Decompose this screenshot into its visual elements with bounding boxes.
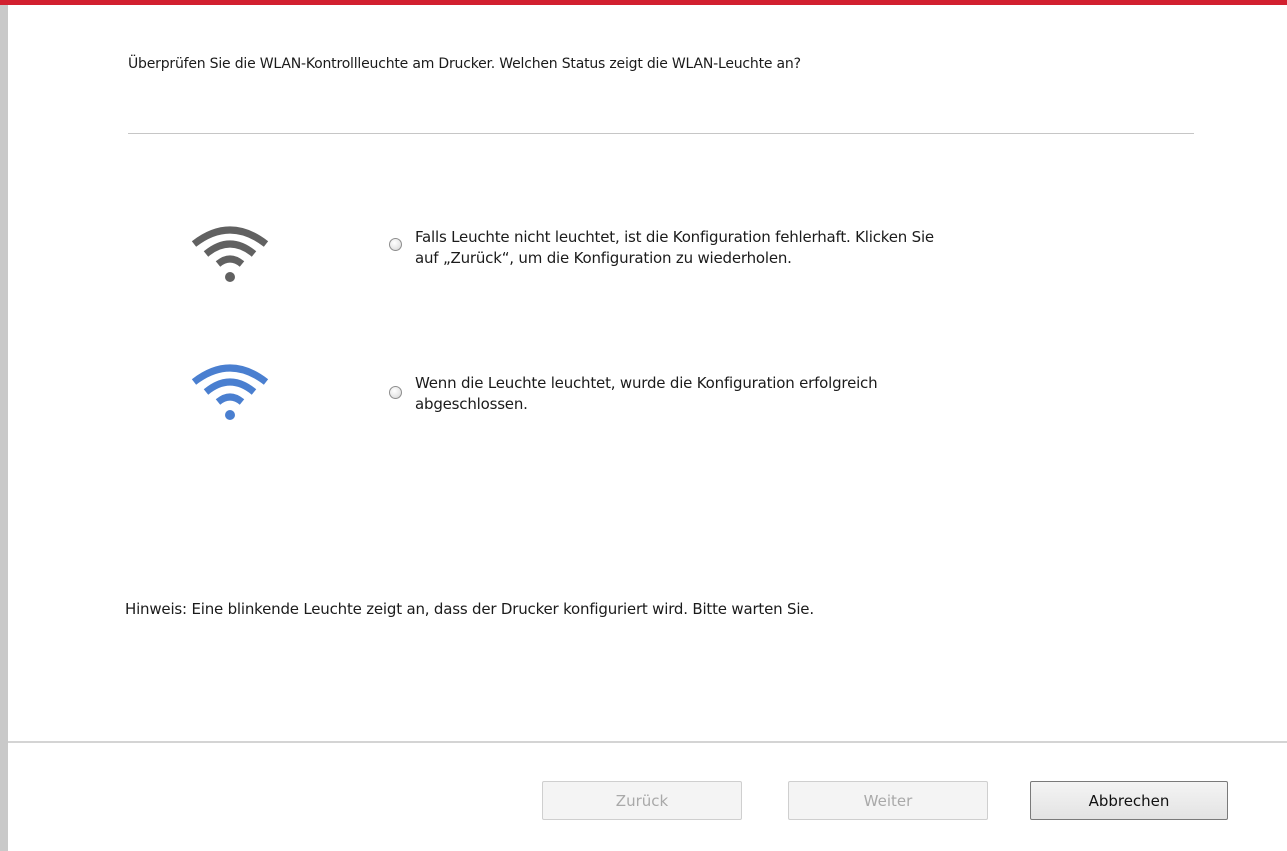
next-button[interactable]: Weiter xyxy=(788,781,988,820)
question-text: Überprüfen Sie die WLAN-Kontrollleuchte … xyxy=(128,56,801,72)
window-left-border xyxy=(0,5,8,851)
option-light-on-radio[interactable] xyxy=(389,386,402,399)
divider xyxy=(128,133,1194,134)
option-light-off-radio[interactable] xyxy=(389,238,402,251)
option-light-off-line2: auf „Zurück“, um die Konfiguration zu wi… xyxy=(415,249,792,267)
footer-divider xyxy=(8,741,1287,743)
accent-bar xyxy=(0,0,1287,5)
option-light-on-label[interactable]: Wenn die Leuchte leuchtet, wurde die Kon… xyxy=(415,373,1015,415)
hint-text: Hinweis: Eine blinkende Leuchte zeigt an… xyxy=(125,600,814,618)
option-light-on-line1: Wenn die Leuchte leuchtet, wurde die Kon… xyxy=(415,374,878,392)
option-light-off-label[interactable]: Falls Leuchte nicht leuchtet, ist die Ko… xyxy=(415,227,1055,269)
wifi-off-icon xyxy=(191,226,269,282)
option-light-on-line2: abgeschlossen. xyxy=(415,395,528,413)
cancel-button[interactable]: Abbrechen xyxy=(1030,781,1228,820)
back-button[interactable]: Zurück xyxy=(542,781,742,820)
wifi-on-icon xyxy=(191,364,269,420)
option-light-off-line1: Falls Leuchte nicht leuchtet, ist die Ko… xyxy=(415,228,934,246)
wlan-setup-dialog: Überprüfen Sie die WLAN-Kontrollleuchte … xyxy=(0,0,1287,851)
